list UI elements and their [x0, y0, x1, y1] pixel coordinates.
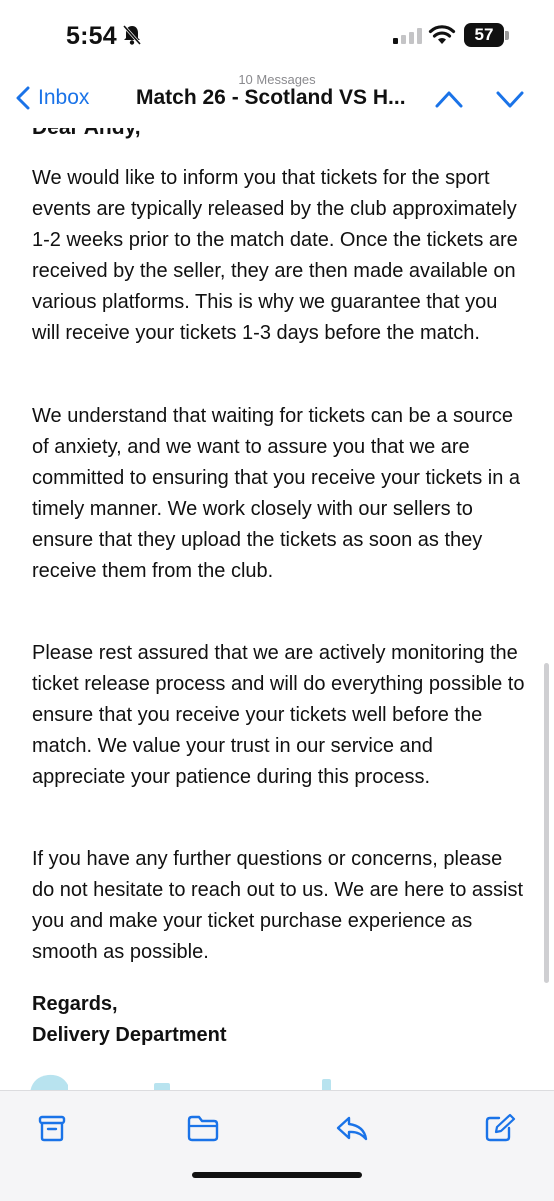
greeting: Dear Andy,: [32, 128, 141, 140]
back-label: Inbox: [38, 86, 90, 109]
previous-message-button[interactable]: [434, 88, 464, 110]
message-count: 10 Messages: [238, 72, 316, 87]
mail-nav-bar: 10 Messages Inbox Match 26 - Scotland VS…: [0, 68, 554, 128]
email-subject: Match 26 - Scotland VS H...: [136, 86, 406, 109]
reply-icon[interactable]: [335, 1113, 369, 1143]
status-time: 5:54: [66, 22, 117, 50]
paragraph-4: If you have any further questions or con…: [32, 848, 524, 963]
back-to-inbox-button[interactable]: Inbox: [16, 86, 89, 110]
paragraph-3: Please rest assured that we are actively…: [32, 642, 525, 788]
cellular-signal-icon: [393, 28, 422, 44]
archive-icon[interactable]: [38, 1113, 66, 1143]
battery-percentage: 57: [474, 25, 494, 44]
compose-icon[interactable]: [484, 1113, 516, 1143]
home-indicator[interactable]: [192, 1172, 362, 1178]
battery-indicator: 57: [464, 23, 510, 47]
signoff: Regards,: [32, 993, 118, 1015]
next-message-button[interactable]: [495, 88, 525, 110]
status-bar: 5:54 57: [0, 0, 554, 72]
paragraph-1: We would like to inform you that tickets…: [32, 167, 518, 344]
signature: Delivery Department: [32, 1024, 227, 1046]
company-logo: [30, 1074, 331, 1090]
email-body[interactable]: Dear Andy, We would like to inform you t…: [0, 128, 554, 1090]
chevron-left-icon: [16, 86, 30, 110]
bell-slash-icon: [122, 25, 142, 45]
folder-icon[interactable]: [186, 1113, 220, 1143]
paragraph-2: We understand that waiting for tickets c…: [32, 405, 521, 582]
scrollbar[interactable]: [544, 663, 549, 983]
bottom-toolbar: [0, 1090, 554, 1201]
wifi-icon: [428, 25, 456, 44]
